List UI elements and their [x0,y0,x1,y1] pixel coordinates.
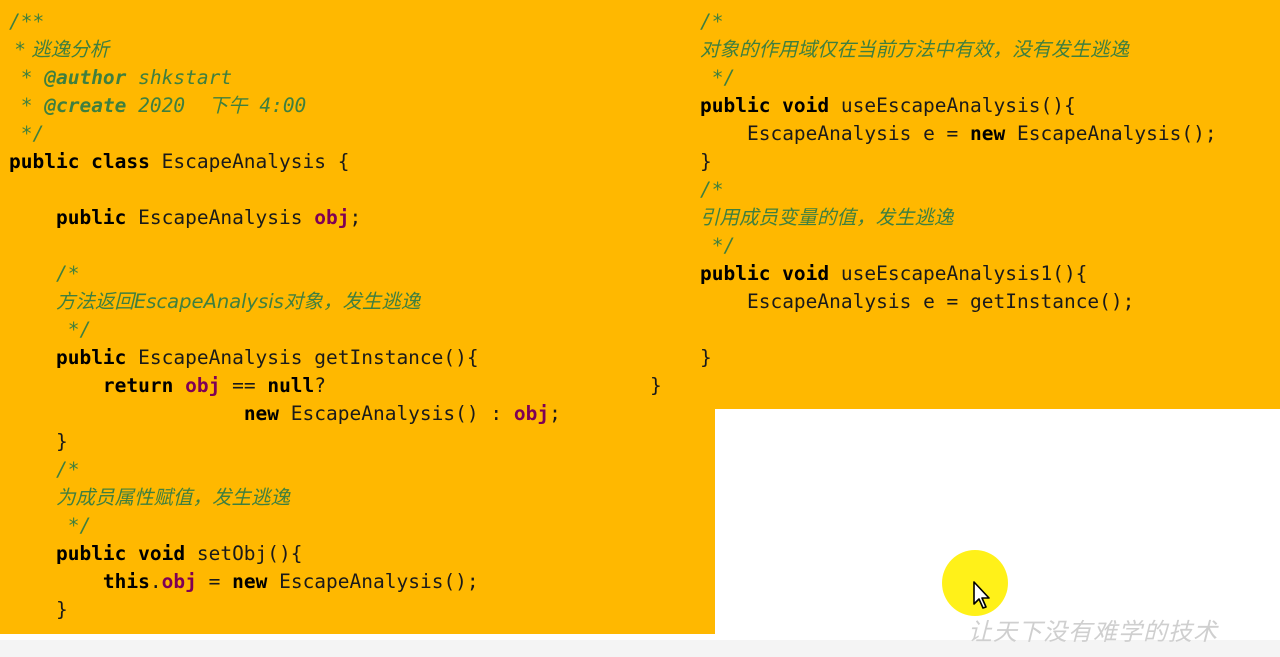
comment-2-text: 为成员属性赋值，发生逃逸 [55,486,290,509]
method-setobj-keyword: public void [55,542,186,565]
watermark-text: 让天下没有难学的技术 [968,618,1218,646]
doc-author-tag: @author [44,66,127,89]
method-use1-close: } [700,346,712,369]
comment-2-open: /* [55,458,80,481]
comment-1-close: */ [55,318,92,341]
class-close-brace: } [650,374,662,397]
comment-1-text: 方法返回EscapeAnalysis对象，发生逃逸 [55,290,421,313]
doc-author-prefix: * [9,66,45,89]
this-field: obj [161,570,197,593]
new-expression: EscapeAnalysis() : [279,402,514,425]
method-getinstance-close: } [55,430,68,453]
doc-comment-close: */ [9,122,45,145]
new-keyword: new [243,402,280,425]
this-dot: . [149,570,162,593]
method-use-close: } [700,150,712,173]
method-use-signature: useEscapeAnalysis(){ [829,94,1076,117]
method-use-keyword: public void [700,94,830,117]
method-use-new-keyword: new [970,122,1006,145]
ternary-field: obj [513,402,550,425]
assign-new-keyword: new [232,570,268,593]
assign-expression: EscapeAnalysis(); [267,570,479,593]
method-use1-body: EscapeAnalysis e = getInstance(); [746,290,1135,313]
doc-comment-title: * 逃逸分析 [9,38,110,61]
assign-operator: = [196,570,233,593]
comment-4-close: */ [700,234,736,257]
ternary-question: ? [314,374,327,397]
comment-4-text: 引用成员变量的值，发生逃逸 [700,206,954,229]
comment-3-close: */ [700,66,736,89]
doc-create-tag: @create [44,94,127,117]
class-keyword: public class [9,150,150,173]
field-name: obj [314,206,350,229]
field-keyword: public [55,206,127,229]
comment-4-open: /* [700,178,724,201]
method-use1-keyword: public void [700,262,830,285]
doc-create-prefix: * [9,94,45,117]
class-declaration: EscapeAnalysis { [149,150,350,173]
null-keyword: null [267,374,315,397]
doc-create-value: 2020 下午 4:00 [126,94,307,117]
comment-1-open: /* [55,262,80,285]
method-use-body-pre: EscapeAnalysis e = [746,122,971,145]
code-block-left: /** * 逃逸分析 * @author shkstart * @create … [9,8,561,624]
field-type: EscapeAnalysis [126,206,315,229]
return-keyword: return [102,374,174,397]
method-getinstance-signature: EscapeAnalysis getInstance(){ [126,346,479,369]
mouse-pointer-icon [973,581,990,609]
comment-3-open: /* [700,10,724,33]
method-getinstance-keyword: public [55,346,127,369]
code-block-right: /* 对象的作用域仅在当前方法中有效，没有发生逃逸 */ public void… [700,8,1217,372]
return-operator: == [220,374,268,397]
method-setobj-signature: setObj(){ [185,542,303,565]
doc-comment-open: /** [9,10,45,33]
statement-end: ; [549,402,561,425]
method-use1-signature: useEscapeAnalysis1(){ [829,262,1088,285]
field-end: ; [349,206,362,229]
method-use-body-rest: EscapeAnalysis(); [1005,122,1217,145]
method-setobj-close: } [55,598,68,621]
comment-3-text: 对象的作用域仅在当前方法中有效，没有发生逃逸 [700,38,1130,61]
comment-2-close: */ [55,514,92,537]
return-field: obj [185,374,221,397]
doc-author-value: shkstart [126,66,233,89]
this-keyword: this [102,570,150,593]
